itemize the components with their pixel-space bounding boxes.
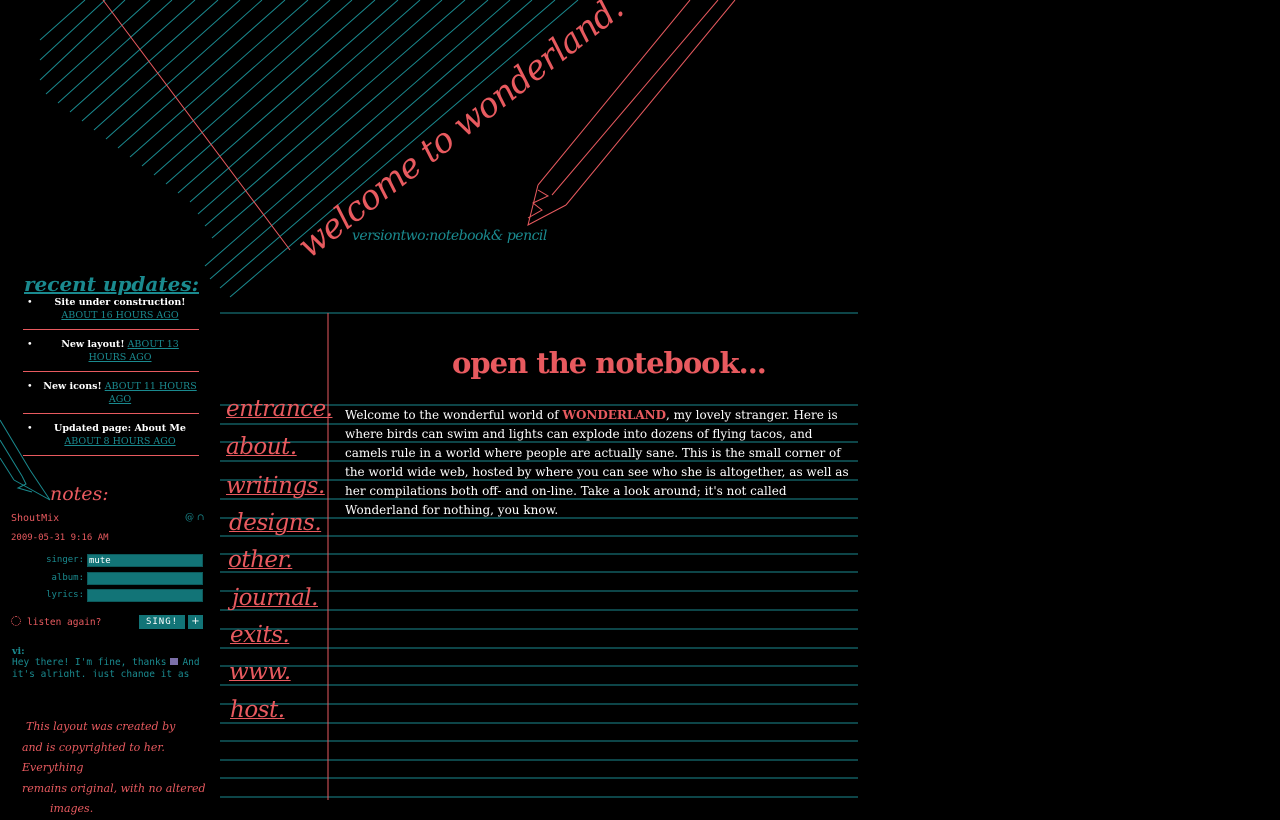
updates-list: Site under construction! ABOUT 16 HOURS … <box>23 294 199 462</box>
notebook-lines <box>220 312 858 798</box>
smiley-icon <box>170 658 179 665</box>
shout-author: vi: <box>12 646 25 657</box>
update-item: New icons! ABOUT 11 HOURS AGO <box>23 378 199 414</box>
nav-about[interactable]: about. <box>226 434 297 460</box>
recent-updates-title: recent updates: <box>24 272 199 296</box>
shout-date: 2009-05-31 9:16 AM <box>11 533 109 543</box>
nav-entrance[interactable]: entrance. <box>226 396 333 422</box>
nav-designs[interactable]: designs. <box>229 510 322 536</box>
update-time-link[interactable]: ABOUT 11 HOURS AGO <box>105 381 197 405</box>
nav-host[interactable]: host. <box>230 697 285 723</box>
intro-after: , my lovely stranger. Here is where bird… <box>345 408 849 517</box>
sing-button[interactable]: SING! <box>139 615 185 629</box>
nav-writings[interactable]: writings. <box>226 473 325 499</box>
shoutmix-link[interactable]: ShoutMix <box>11 513 59 524</box>
singer-input[interactable] <box>87 554 203 567</box>
nav-www[interactable]: www. <box>229 659 291 685</box>
intro-before: Welcome to the wonderful world of <box>345 408 563 422</box>
page-title: open the notebook... <box>452 346 767 380</box>
copyright-line: and is copyrighted to her. Everything <box>22 740 165 775</box>
album-label: album: <box>51 573 84 583</box>
notes-title: notes: <box>50 483 109 505</box>
update-text: Updated page: About Me <box>54 423 186 434</box>
refresh-icon <box>11 616 21 626</box>
update-item: Updated page: About Me ABOUT 8 HOURS AGO <box>23 420 199 456</box>
shoutmix-tools-icon[interactable]: @ ∩ <box>185 513 204 523</box>
update-item: New layout! ABOUT 13 HOURS AGO <box>23 336 199 372</box>
update-text: New layout! <box>61 339 125 350</box>
intro-brand: WONDERLAND <box>562 408 667 422</box>
nav-journal[interactable]: journal. <box>232 585 318 611</box>
copyright-line: images. <box>50 802 94 815</box>
site-subtitle: versiontwo:notebook& pencil <box>352 228 547 244</box>
shout-message-text: Hey there! I'm fine, thanks <box>12 657 167 668</box>
nav-other[interactable]: other. <box>228 547 293 573</box>
lyrics-input[interactable] <box>87 589 203 602</box>
listen-again-label: listen again? <box>27 617 102 628</box>
copyright-line: remains original, with no altered <box>22 781 206 795</box>
update-time-link[interactable]: ABOUT 16 HOURS AGO <box>61 310 178 321</box>
nav-exits[interactable]: exits. <box>230 622 290 648</box>
update-text: Site under construction! <box>54 297 186 308</box>
update-text: New icons! <box>43 381 102 392</box>
lyrics-label: lyrics: <box>46 590 84 600</box>
plus-button[interactable]: + <box>188 615 203 629</box>
update-time-link[interactable]: ABOUT 8 HOURS AGO <box>64 436 175 447</box>
update-item: Site under construction! ABOUT 16 HOURS … <box>23 294 199 330</box>
copyright-note: This layout was created by and is copyri… <box>22 717 212 820</box>
intro-text: Welcome to the wonderful world of WONDER… <box>345 406 853 520</box>
album-input[interactable] <box>87 572 203 585</box>
copyright-line: This layout was created by <box>26 720 176 733</box>
listen-again-link[interactable]: listen again? <box>11 616 101 628</box>
shout-message: Hey there! I'm fine, thanks And it's alri… <box>12 657 200 677</box>
singer-label: singer: <box>46 555 84 565</box>
